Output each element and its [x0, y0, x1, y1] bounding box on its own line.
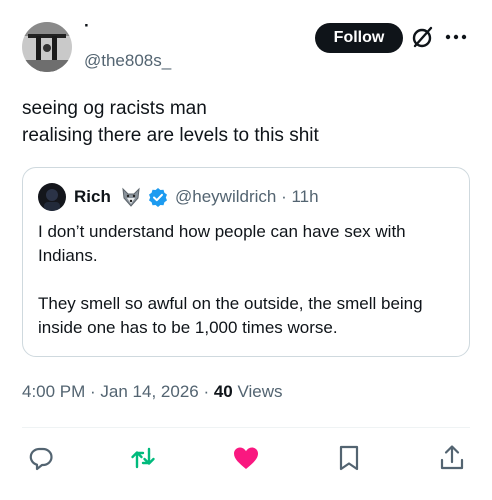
wolf-face-icon — [120, 186, 142, 208]
quoted-author-avatar[interactable] — [38, 183, 66, 211]
quoted-paragraph: I don’t understand how people can have s… — [38, 222, 406, 265]
author-avatar[interactable] — [22, 22, 72, 72]
like-heart-icon — [234, 447, 258, 469]
divider — [22, 427, 470, 428]
author-handle[interactable]: @the808s_ — [84, 51, 171, 71]
quoted-avatar-image — [38, 183, 66, 211]
reply-button[interactable] — [26, 443, 56, 473]
author-display-name[interactable]: · — [84, 16, 90, 36]
avatar-image — [22, 22, 72, 72]
quoted-paragraph: They smell so awful on the outside, the … — [38, 294, 423, 337]
bookmark-button[interactable] — [334, 443, 364, 473]
quoted-tweet-text: I don’t understand how people can have s… — [38, 220, 458, 364]
bookmark-icon — [339, 445, 359, 471]
reply-icon — [29, 447, 53, 471]
tweet-text: seeing og racists man realising there ar… — [22, 98, 319, 146]
quoted-tweet-card[interactable]: Rich @heywildrich · 11h I don’t understa… — [22, 167, 470, 357]
views-count: 40 — [213, 382, 233, 401]
quoted-handle-time[interactable]: @heywildrich · 11h — [175, 187, 319, 207]
grok-slash-circle-icon[interactable] — [410, 24, 436, 50]
tweet-timestamp[interactable]: 4:00 PM · Jan 14, 2026 · — [22, 382, 214, 401]
verified-badge-icon — [148, 187, 168, 207]
more-horizontal-icon[interactable] — [444, 30, 468, 42]
views-label: Views — [232, 382, 283, 401]
share-button[interactable] — [437, 443, 467, 473]
follow-button[interactable]: Follow — [315, 23, 403, 53]
tweet-meta: 4:00 PM · Jan 14, 2026 · 40 Views — [22, 382, 283, 402]
quoted-author-name[interactable]: Rich — [74, 187, 111, 207]
share-icon — [440, 445, 464, 470]
like-button[interactable] — [231, 443, 261, 473]
retweet-icon — [131, 447, 155, 469]
retweet-button[interactable] — [128, 443, 158, 473]
